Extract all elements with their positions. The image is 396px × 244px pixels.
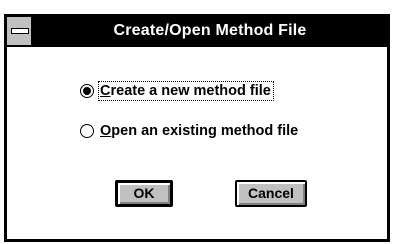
system-menu-icon [11, 28, 29, 34]
open-existing-method-label[interactable]: Open an existing method file [99, 122, 300, 140]
radio-button-selected[interactable] [80, 84, 94, 98]
title-bar: Create/Open Method File [7, 17, 387, 47]
window-title: Create/Open Method File [113, 22, 307, 39]
radio-button-unselected[interactable] [80, 124, 94, 138]
cancel-button[interactable]: Cancel [235, 180, 307, 207]
hotkey-letter: O [100, 123, 112, 139]
create-new-method-label[interactable]: Create a new method file [98, 81, 274, 101]
create-open-method-dialog: Create/Open Method File Create a new met… [4, 14, 390, 242]
option-label-text: reate a new method file [110, 83, 271, 99]
option-label-text: pen an existing method file [111, 123, 299, 139]
radio-dot-icon [83, 87, 91, 95]
ok-button[interactable]: OK [115, 180, 173, 207]
open-existing-method-radio-option[interactable]: Open an existing method file [80, 121, 300, 141]
system-menu-button[interactable] [7, 17, 33, 45]
create-new-method-radio-option[interactable]: Create a new method file [80, 81, 274, 101]
hotkey-letter: C [100, 83, 111, 99]
